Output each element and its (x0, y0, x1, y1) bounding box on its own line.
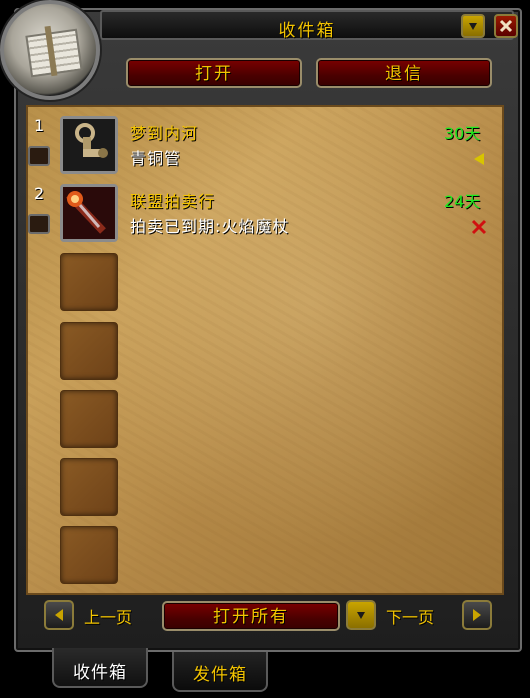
mail-checkbox[interactable] (28, 146, 50, 166)
fire-wand-icon (63, 187, 115, 239)
mail-checkbox[interactable] (28, 214, 50, 234)
collapse-button[interactable] (461, 14, 485, 38)
mail-item-slot[interactable] (60, 184, 118, 242)
mail-subject[interactable]: 青铜管 (130, 145, 181, 169)
return-button[interactable]: 退信 (316, 58, 492, 88)
red-x-icon (471, 219, 487, 235)
arrow-left-icon (474, 153, 484, 165)
prev-page-label: 上一页 (84, 608, 133, 627)
empty-mail-slot (60, 526, 118, 584)
mail-package-icon (0, 0, 100, 100)
open-all-button[interactable]: 打开所有 (162, 601, 340, 631)
bronze-tube-icon (63, 119, 115, 171)
mail-sender[interactable]: 梦到内河 (130, 120, 198, 144)
empty-mail-slot (60, 322, 118, 380)
empty-mail-slot (60, 253, 118, 311)
tab-send[interactable]: 发件箱 (172, 652, 268, 692)
next-page-label: 下一页 (386, 608, 435, 627)
arrow-left-icon (55, 609, 63, 621)
mail-item-slot[interactable] (60, 116, 118, 174)
close-button[interactable] (494, 14, 518, 38)
open-button[interactable]: 打开 (126, 58, 302, 88)
mail-sender[interactable]: 联盟拍卖行 (130, 188, 215, 212)
window-title: 收件箱 (278, 21, 336, 41)
arrow-down-icon (469, 23, 477, 30)
close-icon (499, 19, 513, 33)
days-left: 30天 (444, 124, 481, 143)
empty-mail-slot (60, 458, 118, 516)
days-left: 24天 (444, 192, 481, 211)
mail-index: 1 (34, 116, 45, 135)
mail-subject[interactable]: 拍卖已到期:火焰魔杖 (130, 213, 289, 237)
mail-index: 2 (34, 184, 45, 203)
title-bar: 收件箱 (100, 10, 514, 41)
arrow-right-icon (473, 609, 481, 621)
dropdown-button[interactable] (346, 600, 376, 630)
tab-inbox[interactable]: 收件箱 (52, 648, 148, 688)
arrow-down-icon (357, 612, 365, 619)
next-page-button[interactable] (462, 600, 492, 630)
prev-page-button[interactable] (44, 600, 74, 630)
empty-mail-slot (60, 390, 118, 448)
